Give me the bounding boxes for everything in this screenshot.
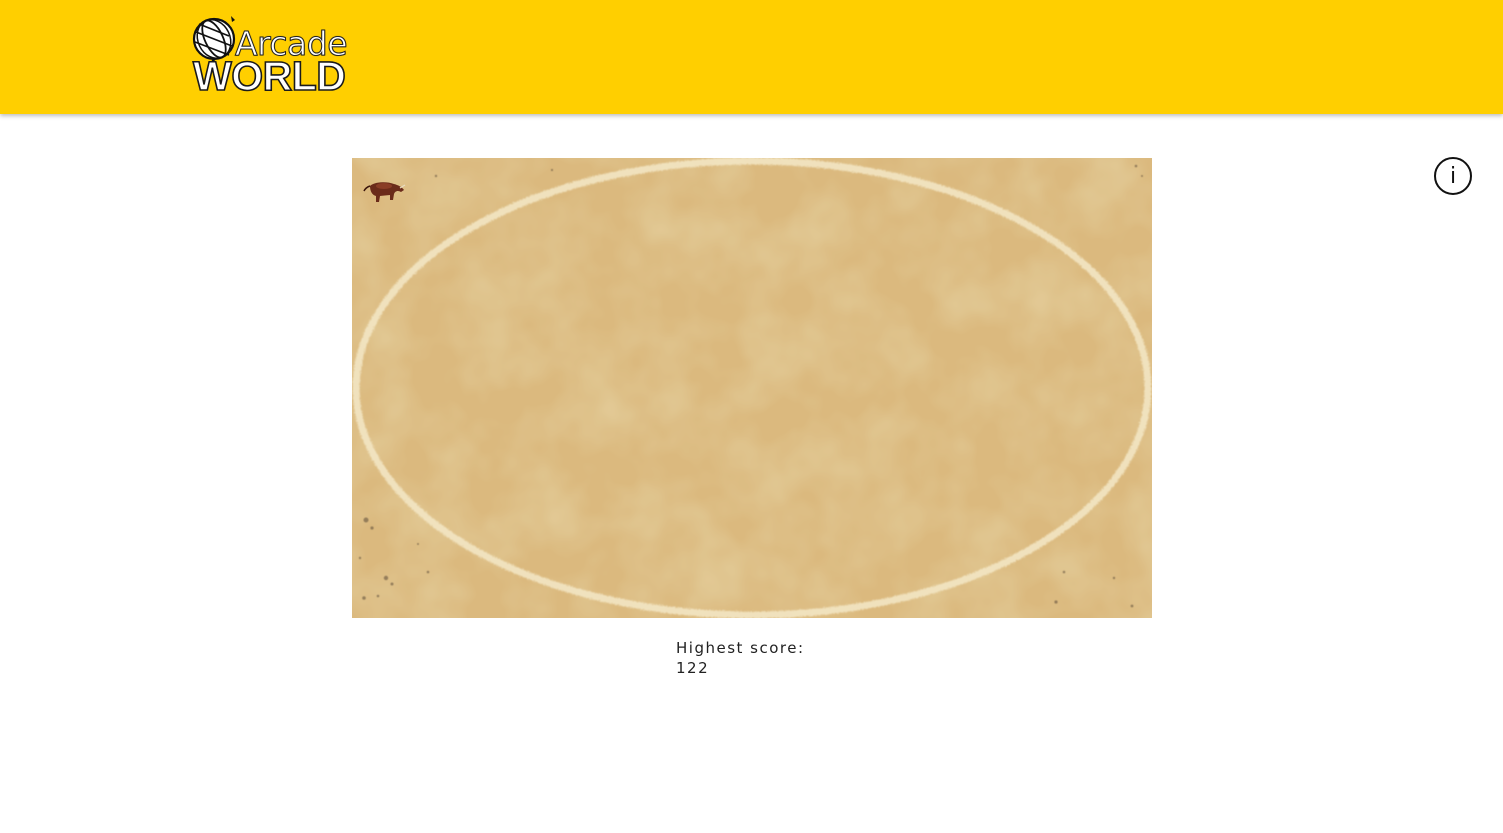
arena-graphic <box>352 158 1152 618</box>
highest-score: Highest score: 122 <box>676 638 805 678</box>
arcade-world-logo[interactable]: Arcade WORLD <box>191 12 351 98</box>
info-button[interactable]: i <box>1434 157 1472 195</box>
highest-score-value: 122 <box>676 659 710 677</box>
info-icon: i <box>1449 163 1457 189</box>
highest-score-label: Highest score: <box>676 639 805 657</box>
header-bar: Arcade WORLD <box>0 0 1503 114</box>
logo-text-world: WORLD <box>192 53 346 99</box>
game-canvas[interactable] <box>352 158 1152 618</box>
